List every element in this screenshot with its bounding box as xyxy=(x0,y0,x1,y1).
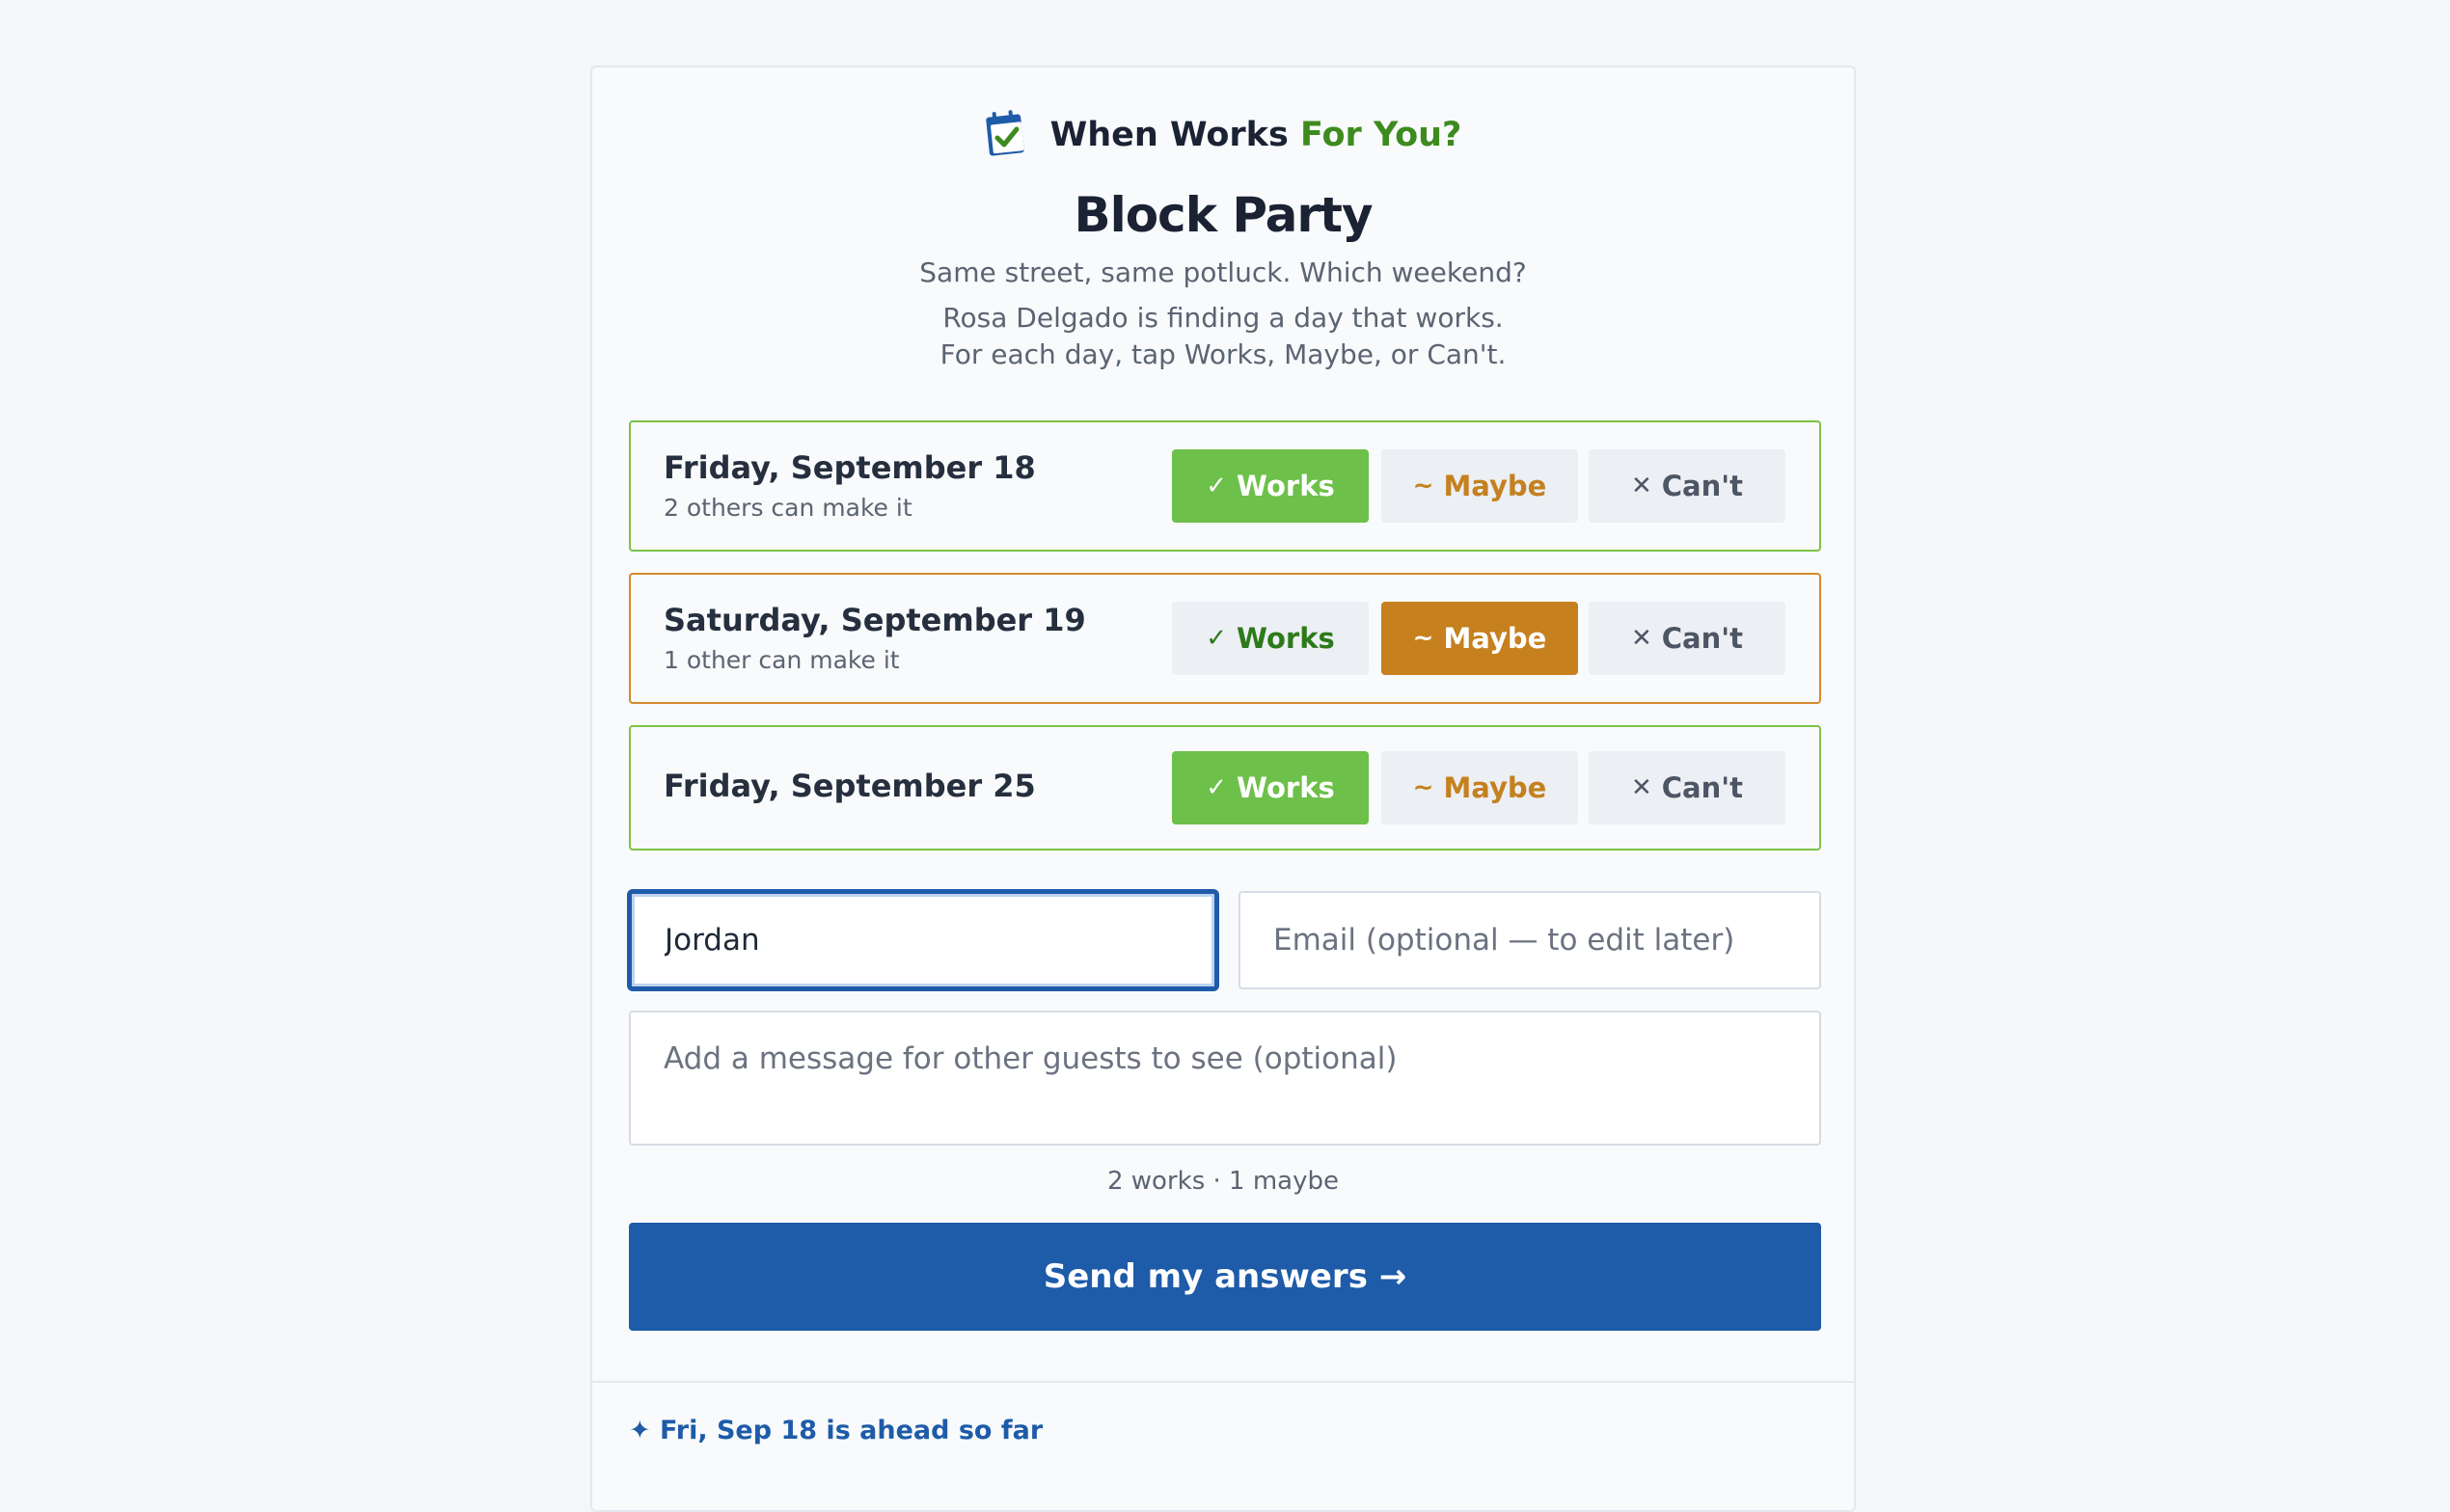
close-icon: ✕ xyxy=(1630,773,1652,802)
tilde-icon: ~ xyxy=(1412,472,1434,500)
works-button[interactable]: ✓ Works xyxy=(1172,751,1369,824)
event-subtitle: Same street, same potluck. Which weekend… xyxy=(919,256,1527,288)
close-icon: ✕ xyxy=(1630,472,1652,500)
maybe-button[interactable]: ~ Maybe xyxy=(1381,751,1578,824)
maybe-label: Maybe xyxy=(1443,470,1547,502)
cant-label: Can't xyxy=(1661,470,1744,502)
maybe-label: Maybe xyxy=(1443,622,1547,655)
cant-label: Can't xyxy=(1661,771,1744,804)
maybe-label: Maybe xyxy=(1443,771,1547,804)
works-button[interactable]: ✓ Works xyxy=(1172,449,1369,523)
day-option-sep-19: Saturday, September 19 1 other can make … xyxy=(629,573,1821,704)
organizer-line: Rosa Delgado is finding a day that works… xyxy=(942,302,1504,334)
day-name: Saturday, September 19 xyxy=(664,602,1086,638)
send-answers-button[interactable]: Send my answers → xyxy=(629,1223,1821,1331)
leading-day-note: ✦ Fri, Sep 18 is ahead so far xyxy=(629,1416,1043,1445)
calendar-check-icon xyxy=(985,108,1029,162)
response-tally: 2 works · 1 maybe xyxy=(1106,1167,1340,1196)
name-input[interactable] xyxy=(629,891,1217,989)
day-availability-count: 1 other can make it xyxy=(664,646,900,674)
event-title: Block Party xyxy=(1074,187,1373,243)
leading-day-text: Fri, Sep 18 is ahead so far xyxy=(660,1416,1044,1445)
close-icon: ✕ xyxy=(1630,624,1652,653)
divider xyxy=(592,1381,1854,1383)
check-icon: ✓ xyxy=(1206,472,1228,500)
day-option-sep-18: Friday, September 18 2 others can make i… xyxy=(629,420,1821,552)
message-input[interactable] xyxy=(629,1011,1821,1146)
works-label: Works xyxy=(1237,622,1335,655)
poll-card: When Works For You? Block Party Same str… xyxy=(590,66,1856,1512)
works-button[interactable]: ✓ Works xyxy=(1172,602,1369,675)
cant-button[interactable]: ✕ Can't xyxy=(1589,602,1785,675)
check-icon: ✓ xyxy=(1206,773,1228,802)
check-icon: ✓ xyxy=(1206,624,1228,653)
email-input[interactable] xyxy=(1239,891,1821,989)
brand-header: When Works For You? xyxy=(592,108,1854,162)
day-availability-count: 2 others can make it xyxy=(664,494,912,522)
works-label: Works xyxy=(1237,470,1335,502)
instructions-line: For each day, tap Works, Maybe, or Can't… xyxy=(939,338,1507,370)
app-name-accent: For You? xyxy=(1299,116,1462,154)
tilde-icon: ~ xyxy=(1412,624,1434,653)
maybe-button[interactable]: ~ Maybe xyxy=(1381,602,1578,675)
works-label: Works xyxy=(1237,771,1335,804)
tilde-icon: ~ xyxy=(1412,773,1434,802)
cant-label: Can't xyxy=(1661,622,1744,655)
sparkle-icon: ✦ xyxy=(629,1416,651,1445)
app-name: When Works For You? xyxy=(1049,116,1462,154)
cant-button[interactable]: ✕ Can't xyxy=(1589,751,1785,824)
day-option-sep-25: Friday, September 25 ✓ Works ~ Maybe ✕ C… xyxy=(629,725,1821,850)
day-name: Friday, September 18 xyxy=(664,449,1036,486)
maybe-button[interactable]: ~ Maybe xyxy=(1381,449,1578,523)
day-name: Friday, September 25 xyxy=(664,768,1036,804)
cant-button[interactable]: ✕ Can't xyxy=(1589,449,1785,523)
event-intro: Rosa Delgado is finding a day that works… xyxy=(592,300,1854,373)
